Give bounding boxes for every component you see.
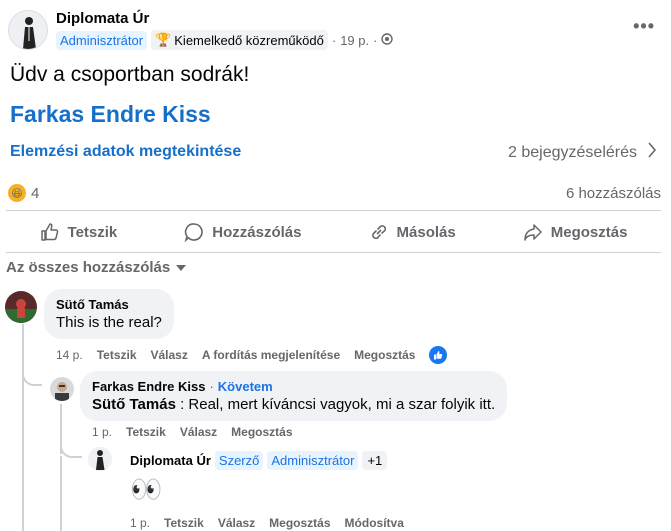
comment-text: This is the real? [56, 314, 162, 331]
trophy-icon: 🏆 [155, 32, 172, 47]
follow-button[interactable]: Követem [218, 379, 273, 394]
comment-share-button[interactable]: Megosztás [354, 348, 415, 362]
contributor-badge[interactable]: 🏆 Kiemelkedő közreműködő [151, 30, 328, 50]
comment-like-button[interactable]: Tetszik [97, 348, 137, 362]
post-meta: Adminisztrátor 🏆 Kiemelkedő közreműködő … [56, 30, 394, 50]
post-action-bar: Tetszik Hozzászólás Másolás Megosztás [6, 212, 661, 252]
like-label: Tetszik [67, 223, 118, 241]
thread-line [22, 384, 24, 531]
thread-connector [22, 360, 42, 386]
admin-badge[interactable]: Adminisztrátor [56, 30, 148, 50]
comment-time[interactable]: 14 p. [56, 348, 83, 362]
post-reach-label: 2 bejegyzéselérés [508, 143, 637, 161]
commenter-avatar[interactable] [5, 291, 37, 323]
comment-share-button[interactable]: Megosztás [269, 516, 330, 530]
haha-reaction-icon: 😆 [8, 184, 26, 202]
meta-separator: · [331, 32, 337, 48]
divider [6, 210, 661, 211]
post-text: Üdv a csoportban sodrák! [10, 63, 250, 86]
post-header: Diplomata Úr Adminisztrátor 🏆 Kiemelkedő… [8, 8, 663, 52]
copy-label: Másolás [396, 223, 456, 241]
mentioned-user[interactable]: Sütő Tamás [92, 396, 176, 413]
reply-bubble: Farkas Endre Kiss · Követem Sütő Tamás :… [80, 371, 508, 421]
more-tags-badge[interactable]: +1 [362, 451, 388, 470]
comment-actions: 1 p. Tetszik Válasz Megosztás [92, 425, 293, 439]
comment-label: Hozzászólás [212, 223, 302, 241]
comment-sort-dropdown[interactable]: Az összes hozzászólás [6, 259, 187, 276]
meta-separator: · [373, 32, 378, 48]
comment-time[interactable]: 1 p. [92, 425, 112, 439]
caret-down-icon [176, 259, 187, 276]
comment-reply-button[interactable]: Válasz [180, 425, 217, 439]
commenter-avatar[interactable] [50, 377, 74, 401]
reaction-count: 4 [31, 184, 40, 202]
post-time[interactable]: 19 p. [340, 33, 369, 48]
comment-icon [184, 223, 204, 242]
comment-like-button[interactable]: Tetszik [126, 425, 166, 439]
comment-actions: 1 p. Tetszik Válasz Megosztás Módosítva [130, 516, 404, 530]
view-insights-link[interactable]: Elemzési adatok megtekintése [10, 143, 241, 161]
comment-text: : Real, mert kíváncsi vagyok, mi a szar … [175, 396, 496, 413]
copy-button[interactable]: Másolás [369, 222, 456, 242]
like-reaction-icon[interactable] [429, 346, 448, 364]
comment-like-button[interactable]: Tetszik [164, 516, 204, 530]
thread-connector [60, 440, 82, 458]
more-options-icon[interactable]: ••• [633, 16, 655, 37]
thread-line [60, 456, 62, 531]
comment-sort-label: Az összes hozzászólás [6, 259, 171, 276]
commenter-name[interactable]: Farkas Endre Kiss [92, 379, 205, 394]
like-button[interactable]: Tetszik [40, 222, 118, 242]
comment-count[interactable]: 6 hozzászólás [566, 185, 661, 202]
contributor-badge-label: Kiemelkedő közreműködő [174, 32, 324, 48]
comment-share-button[interactable]: Megosztás [231, 425, 292, 439]
admin-tag[interactable]: Adminisztrátor [267, 451, 359, 470]
comment-actions: 14 p. Tetszik Válasz A fordítás megjelen… [56, 346, 448, 364]
share-label: Megosztás [550, 223, 628, 241]
mention-link[interactable]: Farkas Endre Kiss [10, 101, 211, 128]
emoji-comment: 👀 [130, 474, 163, 504]
reactions-summary[interactable]: 😆 4 [8, 184, 39, 202]
post-author-name[interactable]: Diplomata Úr [56, 10, 149, 27]
comment-reply-button[interactable]: Válasz [218, 516, 255, 530]
commenter-name[interactable]: Sütő Tamás [56, 297, 162, 312]
thumbs-up-icon [40, 223, 58, 241]
author-tag[interactable]: Szerző [214, 451, 264, 470]
chevron-right-icon [647, 142, 657, 163]
link-icon [371, 225, 386, 240]
comment-bubble: Sütő Tamás This is the real? [44, 289, 174, 339]
reply-header: Diplomata Úr Szerző Adminisztrátor +1 [130, 451, 388, 470]
commenter-avatar[interactable] [88, 447, 112, 471]
post-reach[interactable]: 2 bejegyzéselérés [508, 142, 657, 163]
author-avatar[interactable] [8, 10, 48, 50]
comment-reply-button[interactable]: Válasz [151, 348, 188, 362]
divider [6, 252, 661, 253]
audience-icon[interactable] [381, 32, 394, 48]
comment-button[interactable]: Hozzászólás [184, 222, 302, 242]
share-icon [524, 224, 542, 241]
name-separator: · [209, 379, 214, 394]
comment-time[interactable]: 1 p. [130, 516, 150, 530]
show-translation-button[interactable]: A fordítás megjelenítése [202, 348, 340, 362]
share-button[interactable]: Megosztás [523, 222, 628, 242]
edited-label[interactable]: Módosítva [345, 516, 404, 530]
commenter-name[interactable]: Diplomata Úr [130, 453, 211, 468]
